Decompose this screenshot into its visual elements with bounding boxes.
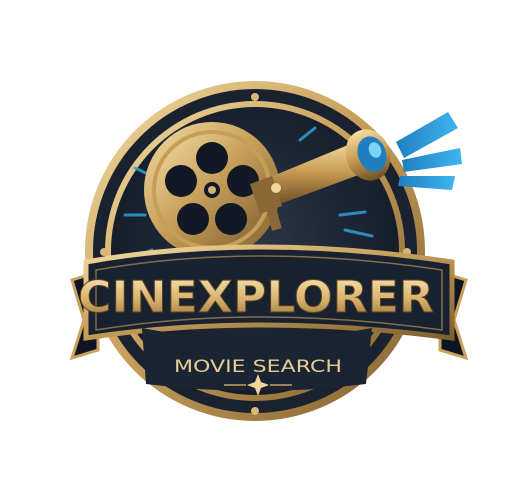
brand-name: CINEXPLORER (78, 272, 434, 323)
logo-canvas: CINEXPLORER MOVIE SEARCH (0, 0, 506, 493)
cinexplorer-logo: CINEXPLORER MOVIE SEARCH (69, 81, 469, 421)
rivet-icon (251, 407, 259, 415)
light-beam-icon (396, 112, 462, 190)
rivet-icon (100, 248, 108, 256)
rivet-icon (251, 93, 259, 101)
